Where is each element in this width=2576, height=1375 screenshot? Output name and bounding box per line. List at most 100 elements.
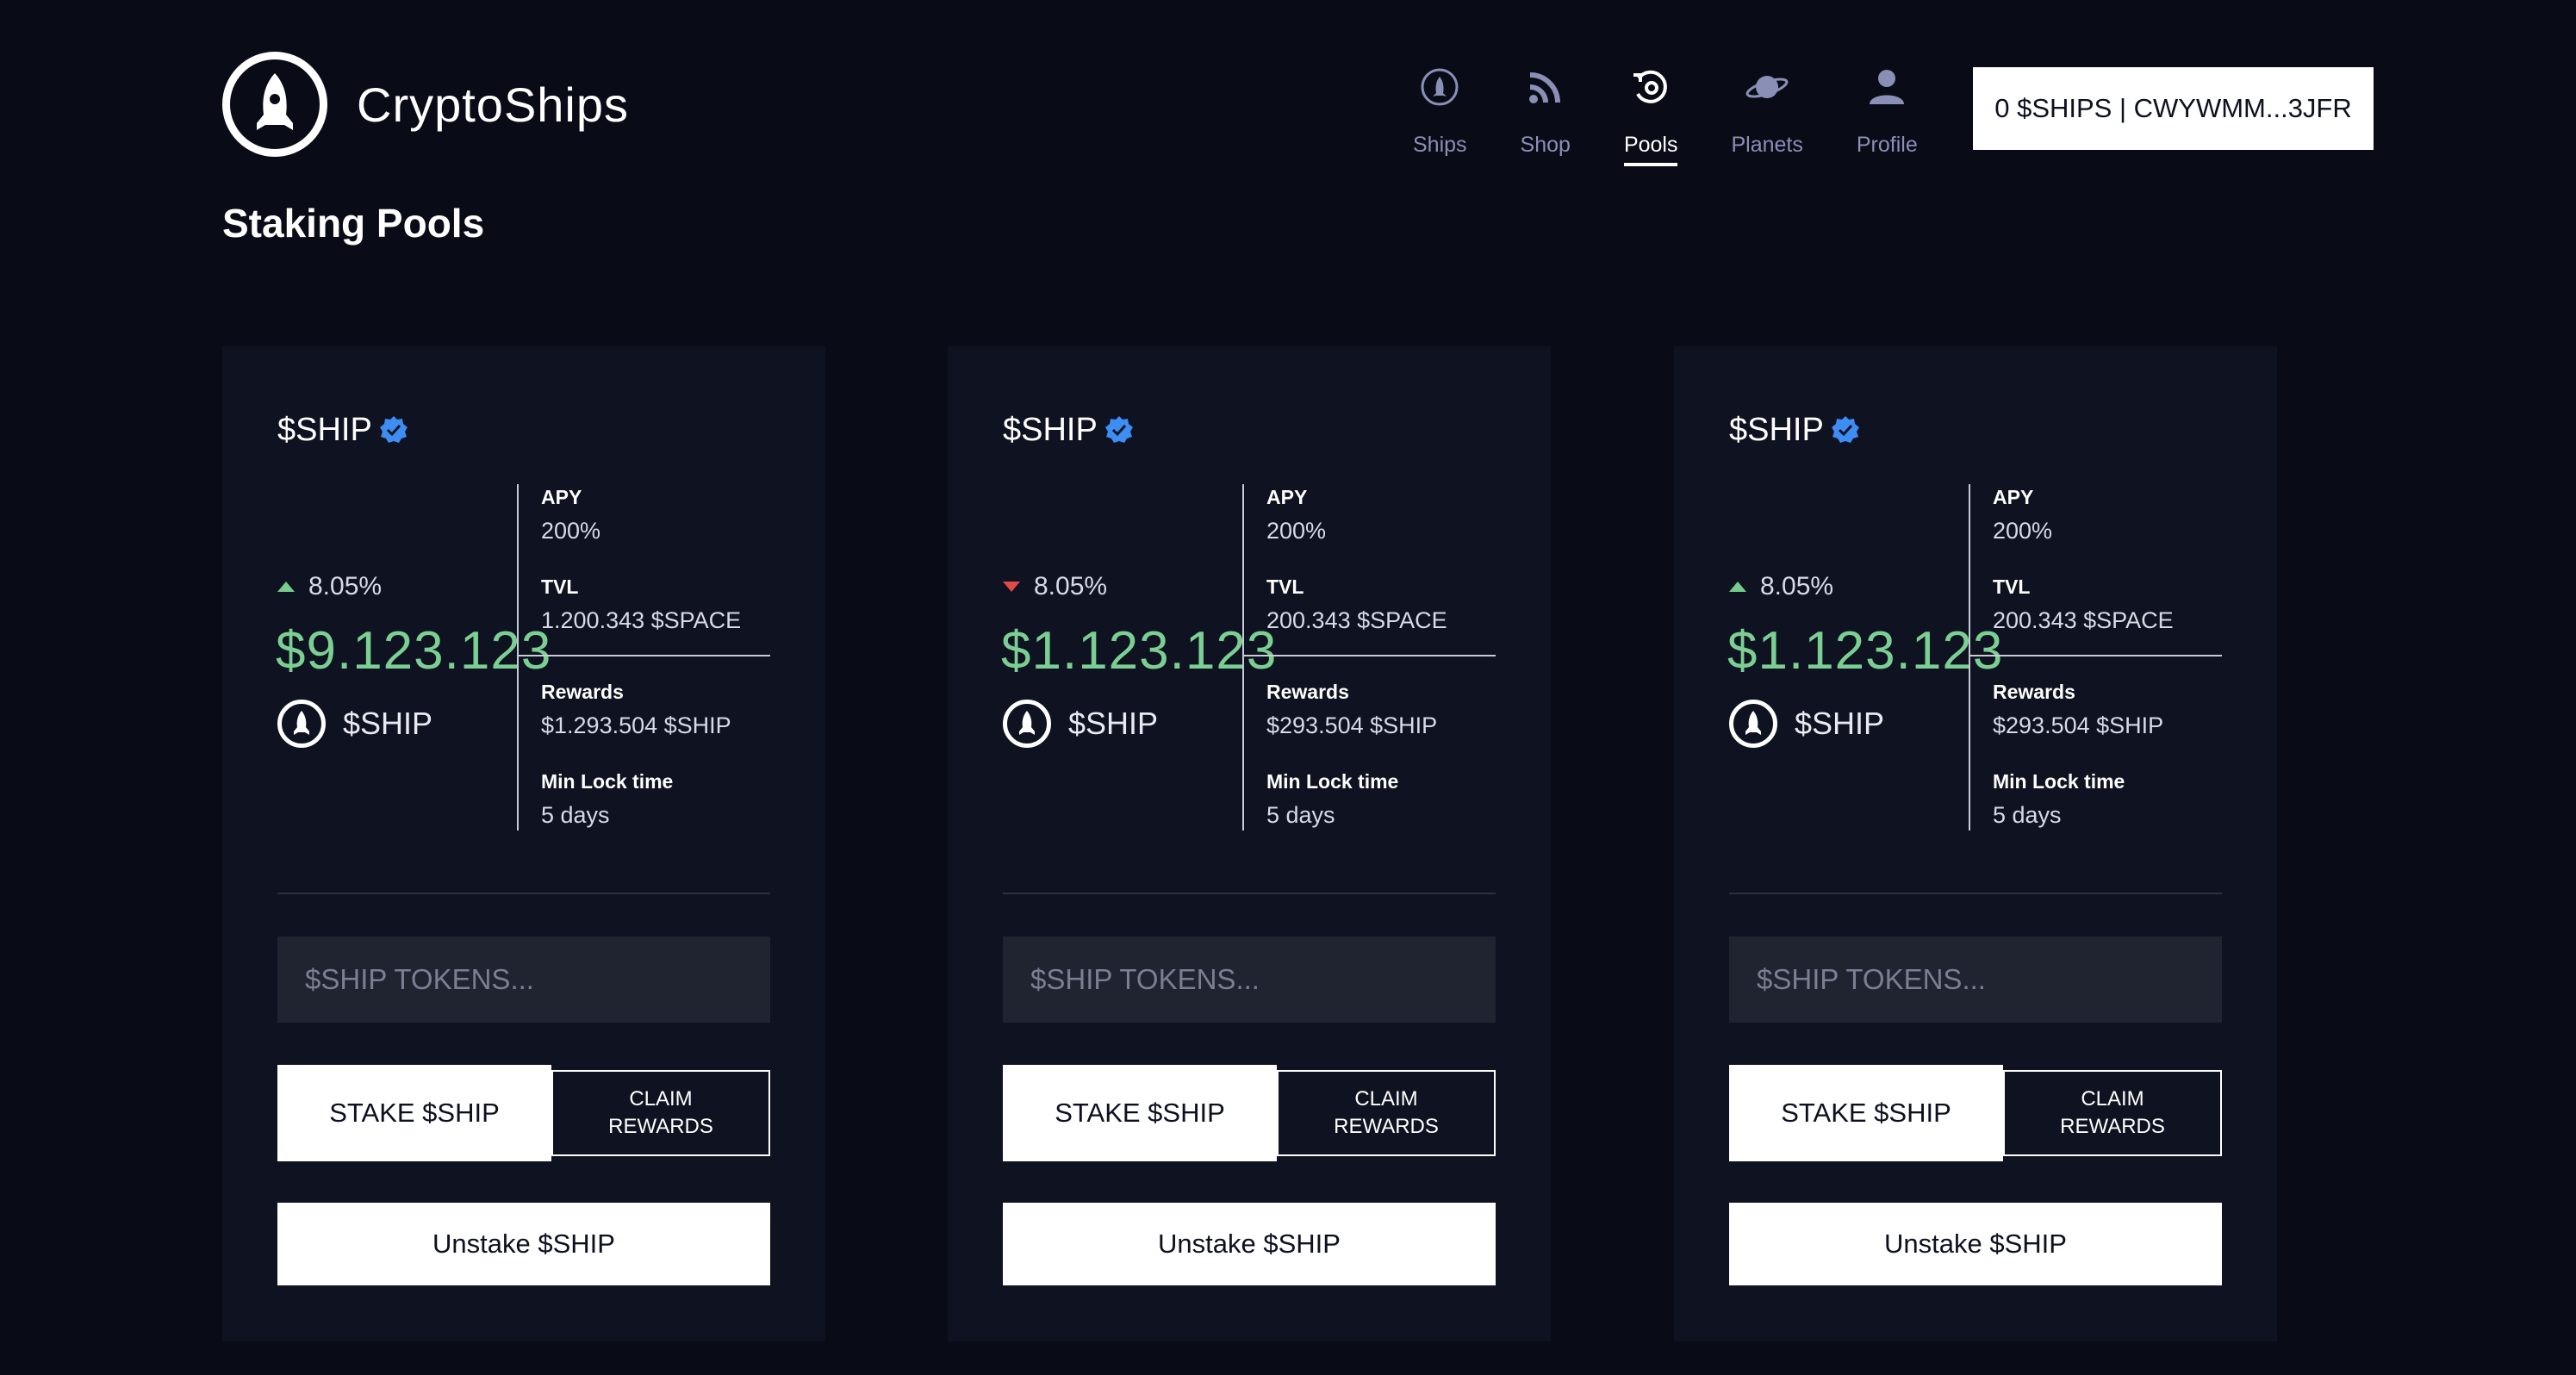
planet-icon	[1745, 62, 1789, 112]
price-change: 8.05%	[277, 572, 382, 601]
price-change: 8.05%	[1003, 572, 1107, 601]
page: CryptoShips Ships Shop Pools Planets Pro…	[0, 0, 2576, 1375]
rewards-stat: Rewards $1.293.504 $SHIP	[541, 681, 731, 739]
pool-card: $SHIP 8.05% $1.123.123 $SHIP APY 200% TV…	[1674, 346, 2277, 1341]
token-symbol: $SHIP	[1795, 706, 1885, 741]
price-change: 8.05%	[1729, 572, 1833, 601]
unstake-button[interactable]: Unstake $SHIP	[277, 1203, 770, 1285]
tvl-value: 200.343 $SPACE	[1266, 607, 1447, 633]
token-symbol: $SHIP	[343, 706, 433, 741]
tvl-stat: TVL 1.200.343 $SPACE	[541, 576, 741, 634]
lock-label: Min Lock time	[1993, 770, 2125, 793]
lock-label: Min Lock time	[1266, 770, 1399, 793]
verified-icon	[1831, 415, 1860, 453]
claim-rewards-button[interactable]: CLAIM REWARDS	[551, 1070, 770, 1156]
rewards-label: Rewards	[541, 681, 624, 703]
rewards-stat: Rewards $293.504 $SHIP	[1266, 681, 1437, 739]
shop-icon	[1525, 62, 1566, 112]
nav-item-profile[interactable]: Profile	[1857, 62, 1918, 166]
wallet-button[interactable]: 0 $SHIPS | CWYWMM...3JFR	[1973, 67, 2374, 150]
verified-icon	[1104, 415, 1134, 453]
lock-label: Min Lock time	[541, 770, 674, 793]
stake-amount-input[interactable]	[277, 936, 770, 1023]
apy-stat: APY 200%	[1266, 486, 1326, 544]
lock-stat: Min Lock time 5 days	[1266, 770, 1398, 829]
apy-label: APY	[541, 486, 582, 508]
stats-divider-horizontal	[1242, 655, 1496, 656]
trend-up-icon	[277, 582, 295, 592]
nav-label: Ships	[1413, 133, 1467, 157]
tvl-value: 1.200.343 $SPACE	[541, 607, 742, 633]
rewards-value: $293.504 $SHIP	[1993, 712, 2164, 738]
token-symbol: $SHIP	[1068, 706, 1159, 741]
pool-token-name: $SHIP	[1003, 411, 1098, 448]
nav-item-ships[interactable]: Ships	[1413, 62, 1467, 166]
price-change-value: 8.05%	[308, 572, 383, 600]
nav-item-pools[interactable]: Pools	[1623, 62, 1678, 166]
apy-stat: APY 200%	[1993, 486, 2052, 544]
nav-label: Shop	[1520, 133, 1571, 157]
card-divider	[277, 893, 770, 894]
rocket-icon	[277, 700, 326, 748]
apy-label: APY	[1993, 486, 2034, 508]
pool-price: $9.123.123	[276, 621, 552, 681]
pools-icon	[1630, 62, 1671, 112]
verified-icon	[379, 415, 408, 453]
stake-amount-input[interactable]	[1003, 936, 1496, 1023]
tvl-value: 200.343 $SPACE	[1993, 607, 2174, 633]
unstake-button[interactable]: Unstake $SHIP	[1003, 1203, 1496, 1285]
card-divider	[1003, 893, 1496, 894]
stake-button[interactable]: STAKE $SHIP	[1003, 1065, 1277, 1161]
card-divider	[1729, 893, 2222, 894]
lock-stat: Min Lock time 5 days	[1993, 770, 2125, 829]
nav-item-shop[interactable]: Shop	[1521, 62, 1571, 166]
stats-divider-vertical	[517, 484, 519, 831]
nav-item-planets[interactable]: Planets	[1731, 62, 1803, 166]
stats-divider-horizontal	[517, 655, 770, 656]
rewards-label: Rewards	[1993, 681, 2075, 703]
profile-icon	[1868, 62, 1906, 112]
rewards-value: $1.293.504 $SHIP	[541, 712, 731, 738]
ship-icon	[1419, 62, 1460, 112]
claim-rewards-button[interactable]: CLAIM REWARDS	[1277, 1070, 1496, 1156]
tvl-stat: TVL 200.343 $SPACE	[1993, 576, 2174, 634]
apy-label: APY	[1266, 486, 1308, 508]
token-row: $SHIP	[1003, 700, 1158, 748]
brand-name: CryptoShips	[357, 77, 630, 132]
apy-value: 200%	[541, 518, 601, 544]
pool-price: $1.123.123	[1727, 621, 2004, 681]
tvl-label: TVL	[1993, 576, 2031, 598]
tvl-label: TVL	[1266, 576, 1304, 598]
pool-card: $SHIP 8.05% $1.123.123 $SHIP APY 200% TV…	[948, 346, 1551, 1341]
apy-value: 200%	[1993, 518, 2053, 544]
token-row: $SHIP	[277, 700, 432, 748]
tvl-stat: TVL 200.343 $SPACE	[1266, 576, 1447, 634]
nav-label: Pools	[1623, 133, 1678, 166]
lock-stat: Min Lock time 5 days	[541, 770, 673, 829]
stats-divider-horizontal	[1969, 655, 2222, 656]
nav-label: Profile	[1856, 133, 1918, 157]
lock-value: 5 days	[1993, 802, 2062, 828]
stake-amount-input[interactable]	[1729, 936, 2222, 1023]
pool-token-title: $SHIP	[277, 407, 408, 453]
rewards-stat: Rewards $293.504 $SHIP	[1993, 681, 2163, 739]
apy-value: 200%	[1266, 518, 1327, 544]
claim-rewards-button[interactable]: CLAIM REWARDS	[2003, 1070, 2222, 1156]
unstake-button[interactable]: Unstake $SHIP	[1729, 1203, 2222, 1285]
lock-value: 5 days	[1266, 802, 1335, 828]
main-nav: Ships Shop Pools Planets Profile	[1413, 62, 1918, 166]
apy-stat: APY 200%	[541, 486, 600, 544]
tvl-label: TVL	[541, 576, 579, 598]
rocket-icon	[1729, 700, 1777, 748]
page-title: Staking Pools	[222, 201, 485, 246]
pool-card: $SHIP 8.05% $9.123.123 $SHIP APY 200% TV…	[222, 346, 825, 1341]
stats-divider-vertical	[1969, 484, 1970, 831]
pool-token-name: $SHIP	[1729, 411, 1824, 448]
rocket-icon	[1003, 700, 1051, 748]
stake-button[interactable]: STAKE $SHIP	[1729, 1065, 2003, 1161]
stake-button[interactable]: STAKE $SHIP	[277, 1065, 551, 1161]
pool-token-name: $SHIP	[277, 411, 372, 448]
logo[interactable]: CryptoShips	[222, 52, 629, 157]
rewards-value: $293.504 $SHIP	[1266, 712, 1438, 738]
lock-value: 5 days	[541, 802, 610, 828]
